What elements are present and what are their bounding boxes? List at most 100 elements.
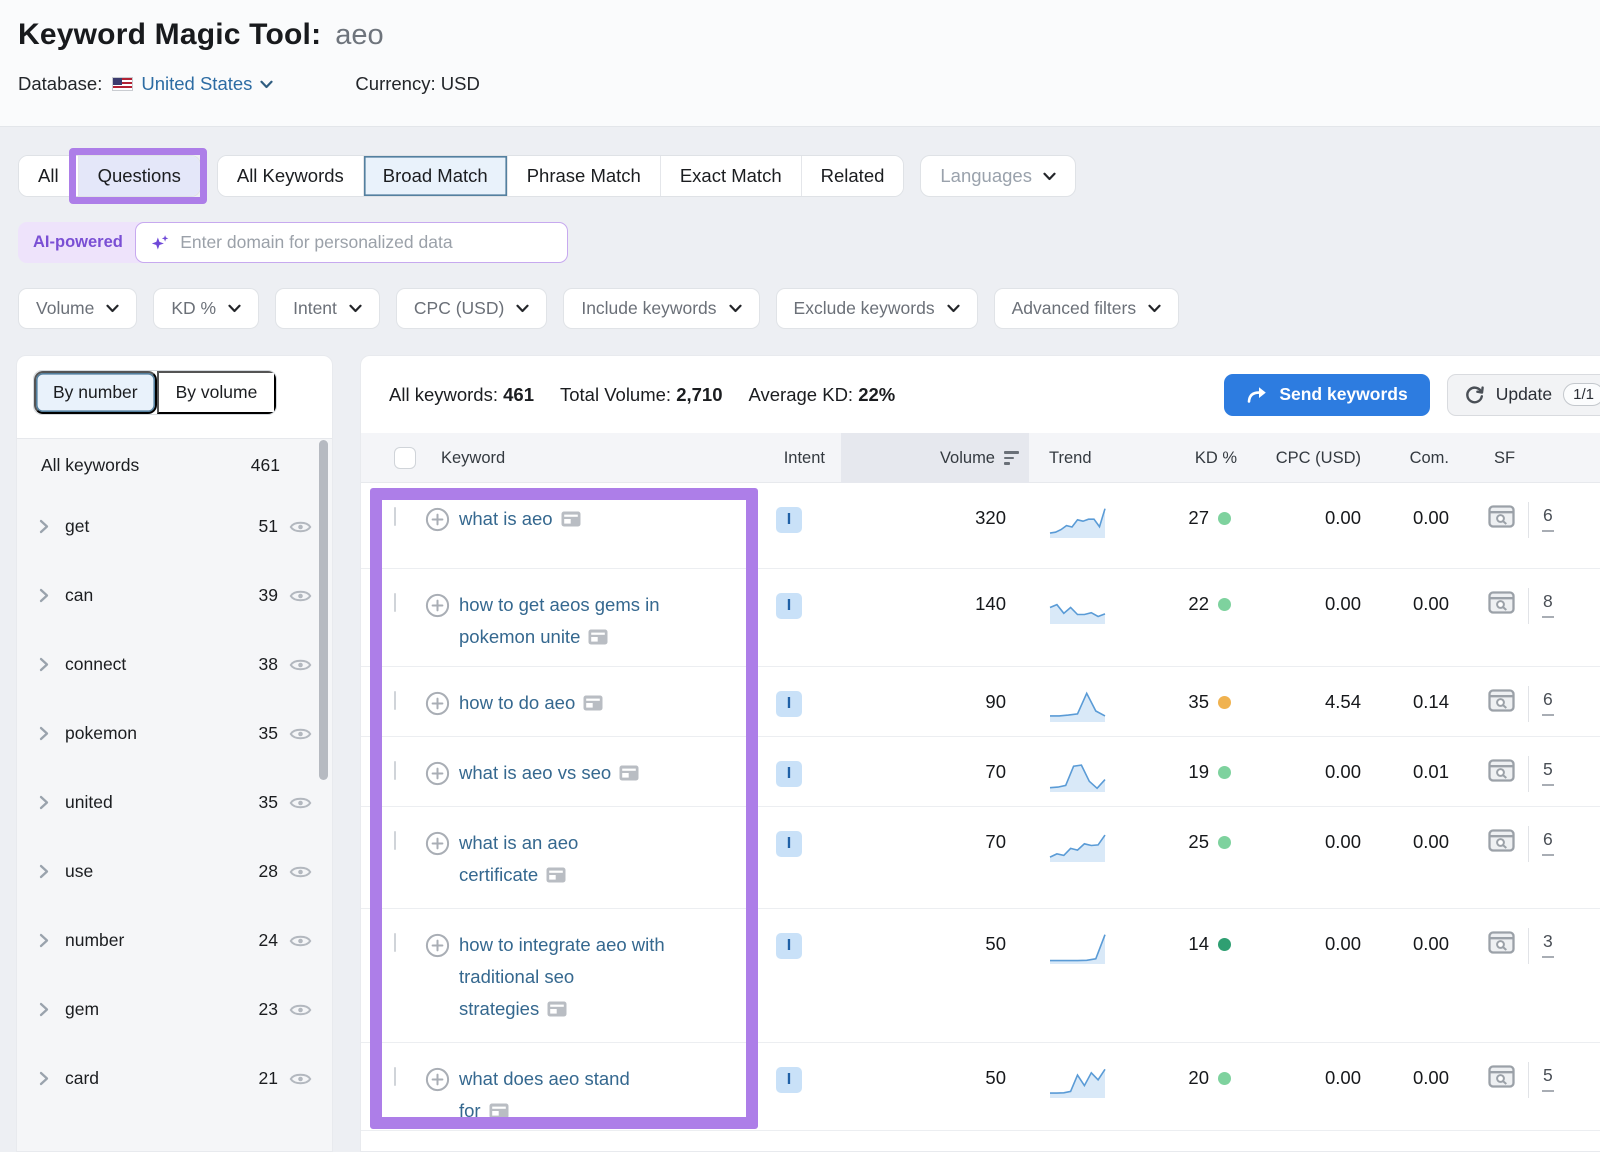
serp-preview-icon[interactable] bbox=[1488, 829, 1515, 852]
row-checkbox[interactable] bbox=[394, 1067, 396, 1086]
column-header-trend[interactable]: Trend bbox=[1029, 433, 1151, 483]
sf-count-link[interactable]: 6 bbox=[1542, 505, 1554, 532]
serp-card-icon[interactable] bbox=[619, 765, 639, 781]
serp-preview-icon[interactable] bbox=[1488, 1065, 1515, 1088]
add-keyword-icon[interactable] bbox=[425, 761, 450, 786]
select-all-checkbox[interactable] bbox=[394, 447, 416, 469]
eye-icon[interactable] bbox=[289, 726, 312, 742]
sf-count-link[interactable]: 5 bbox=[1542, 759, 1554, 786]
intent-badge-informational[interactable]: I bbox=[776, 1067, 802, 1093]
domain-input[interactable] bbox=[180, 232, 553, 253]
serp-card-icon[interactable] bbox=[489, 1103, 509, 1119]
add-keyword-icon[interactable] bbox=[425, 1067, 450, 1092]
sidebar-item-number[interactable]: number24 bbox=[17, 906, 332, 975]
serp-preview-icon[interactable] bbox=[1488, 591, 1515, 614]
sf-count-link[interactable]: 6 bbox=[1542, 689, 1554, 716]
serp-card-icon[interactable] bbox=[583, 695, 603, 711]
keyword-link[interactable]: what is aeo vs seo bbox=[459, 757, 639, 789]
eye-icon[interactable] bbox=[289, 519, 312, 535]
intent-badge-informational[interactable]: I bbox=[776, 933, 802, 959]
serp-preview-icon[interactable] bbox=[1488, 759, 1515, 782]
row-checkbox[interactable] bbox=[394, 691, 396, 710]
eye-icon[interactable] bbox=[289, 933, 312, 949]
filter-volume[interactable]: Volume bbox=[18, 288, 137, 329]
eye-toggle[interactable] bbox=[289, 726, 312, 742]
sidebar-item-gem[interactable]: gem23 bbox=[17, 975, 332, 1044]
tab-questions[interactable]: Questions bbox=[78, 156, 200, 196]
eye-icon[interactable] bbox=[289, 1071, 312, 1087]
eye-toggle[interactable] bbox=[289, 933, 312, 949]
column-header-intent[interactable]: Intent bbox=[755, 433, 841, 483]
sidebar-item-all-keywords[interactable]: All keywords 461 bbox=[17, 439, 332, 492]
tab-broad-match[interactable]: Broad Match bbox=[363, 156, 507, 196]
sf-count-link[interactable]: 8 bbox=[1542, 591, 1554, 618]
serp-card-icon[interactable] bbox=[588, 629, 608, 645]
sf-count-link[interactable]: 6 bbox=[1542, 829, 1554, 856]
row-checkbox[interactable] bbox=[394, 761, 396, 780]
eye-toggle[interactable] bbox=[289, 519, 312, 535]
keyword-link[interactable]: what does aeo stand for bbox=[459, 1063, 630, 1127]
add-keyword-icon[interactable] bbox=[425, 933, 450, 958]
tab-exact-match[interactable]: Exact Match bbox=[660, 156, 801, 196]
database-selector[interactable]: United States bbox=[112, 73, 273, 95]
sidebar-scrollbar[interactable] bbox=[319, 440, 328, 780]
tab-all-keywords[interactable]: All Keywords bbox=[218, 156, 363, 196]
sidebar-item-pokemon[interactable]: pokemon35 bbox=[17, 699, 332, 768]
eye-icon[interactable] bbox=[289, 795, 312, 811]
filter-include-keywords[interactable]: Include keywords bbox=[563, 288, 759, 329]
tab-phrase-match[interactable]: Phrase Match bbox=[507, 156, 660, 196]
filter-intent[interactable]: Intent bbox=[275, 288, 380, 329]
filter-exclude-keywords[interactable]: Exclude keywords bbox=[776, 288, 978, 329]
eye-toggle[interactable] bbox=[289, 588, 312, 604]
eye-toggle[interactable] bbox=[289, 657, 312, 673]
tab-all[interactable]: All bbox=[19, 156, 78, 196]
row-checkbox[interactable] bbox=[394, 593, 396, 612]
send-keywords-button[interactable]: Send keywords bbox=[1224, 374, 1429, 416]
row-checkbox[interactable] bbox=[394, 831, 396, 850]
sidebar-item-can[interactable]: can39 bbox=[17, 561, 332, 630]
intent-badge-informational[interactable]: I bbox=[776, 507, 802, 533]
row-checkbox[interactable] bbox=[394, 507, 396, 526]
filter-advanced-filters[interactable]: Advanced filters bbox=[994, 288, 1180, 329]
serp-card-icon[interactable] bbox=[561, 511, 581, 527]
sidebar-item-get[interactable]: get51 bbox=[17, 492, 332, 561]
intent-badge-informational[interactable]: I bbox=[776, 593, 802, 619]
column-header-volume[interactable]: Volume bbox=[841, 433, 1029, 483]
serp-card-icon[interactable] bbox=[547, 1001, 567, 1017]
filter-cpc-usd-[interactable]: CPC (USD) bbox=[396, 288, 547, 329]
serp-preview-icon[interactable] bbox=[1488, 689, 1515, 712]
column-header-sf[interactable]: SF bbox=[1461, 433, 1600, 483]
keyword-link[interactable]: how to do aeo bbox=[459, 687, 603, 719]
sidebar-item-use[interactable]: use28 bbox=[17, 837, 332, 906]
keyword-link[interactable]: what is aeo bbox=[459, 503, 581, 535]
eye-toggle[interactable] bbox=[289, 1002, 312, 1018]
serp-preview-icon[interactable] bbox=[1488, 505, 1515, 528]
column-header-kd[interactable]: KD % bbox=[1151, 433, 1251, 483]
serp-card-icon[interactable] bbox=[546, 867, 566, 883]
sidebar-item-connect[interactable]: connect38 bbox=[17, 630, 332, 699]
intent-badge-informational[interactable]: I bbox=[776, 691, 802, 717]
column-header-com[interactable]: Com. bbox=[1371, 433, 1461, 483]
row-checkbox[interactable] bbox=[394, 933, 396, 952]
update-button[interactable]: Update 1/1 bbox=[1447, 374, 1600, 416]
eye-toggle[interactable] bbox=[289, 1071, 312, 1087]
keyword-link[interactable]: what is an aeo certificate bbox=[459, 827, 578, 891]
keyword-link[interactable]: how to get aeos gems in pokemon unite bbox=[459, 589, 660, 653]
sidebar-item-united[interactable]: united35 bbox=[17, 768, 332, 837]
sidebar-item-card[interactable]: card21 bbox=[17, 1044, 332, 1113]
sf-count-link[interactable]: 5 bbox=[1542, 1065, 1554, 1092]
toggle-by-volume[interactable]: By volume bbox=[157, 371, 277, 414]
column-header-keyword[interactable]: Keyword bbox=[425, 433, 755, 483]
languages-button[interactable]: Languages bbox=[920, 155, 1076, 197]
column-header-cpc[interactable]: CPC (USD) bbox=[1251, 433, 1371, 483]
eye-icon[interactable] bbox=[289, 864, 312, 880]
keyword-link[interactable]: how to integrate aeo with traditional se… bbox=[459, 929, 665, 1025]
add-keyword-icon[interactable] bbox=[425, 507, 450, 532]
eye-icon[interactable] bbox=[289, 657, 312, 673]
eye-icon[interactable] bbox=[289, 588, 312, 604]
eye-icon[interactable] bbox=[289, 1002, 312, 1018]
eye-toggle[interactable] bbox=[289, 795, 312, 811]
tab-related[interactable]: Related bbox=[801, 156, 904, 196]
add-keyword-icon[interactable] bbox=[425, 831, 450, 856]
toggle-by-number[interactable]: By number bbox=[34, 371, 157, 414]
